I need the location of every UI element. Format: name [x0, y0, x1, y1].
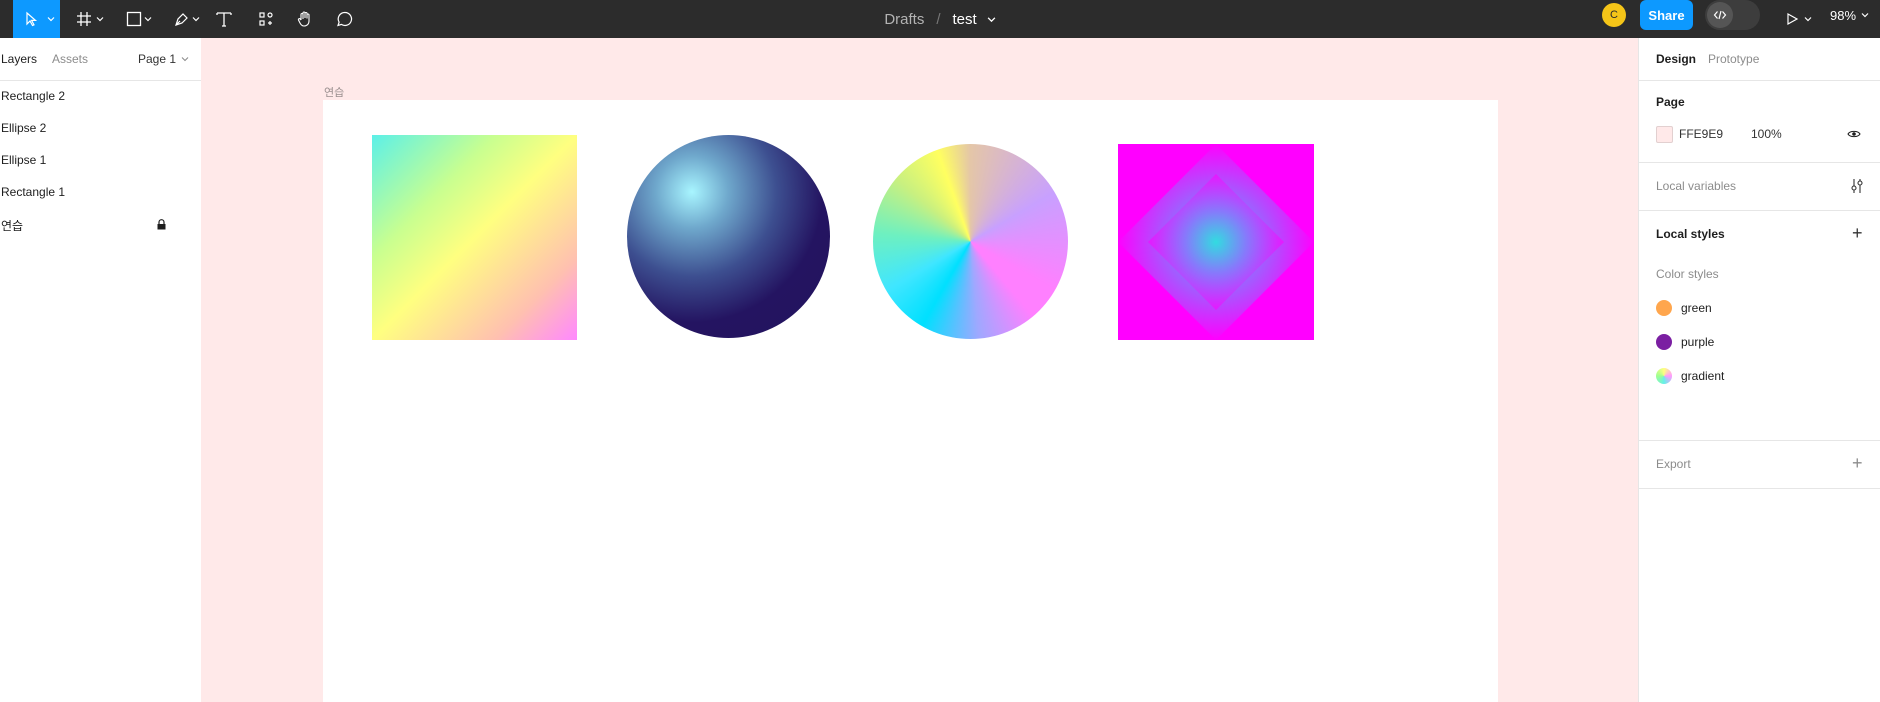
file-name[interactable]: test	[953, 11, 977, 28]
ellipse-2-shape[interactable]	[627, 135, 830, 338]
hand-icon	[297, 11, 310, 27]
export-label: Export	[1656, 457, 1691, 471]
pen-tool-button[interactable]	[168, 0, 204, 38]
page-heading: Page	[1656, 95, 1685, 109]
page-selector[interactable]: Page 1	[138, 52, 189, 66]
chevron-down-icon	[182, 57, 189, 62]
page-section: Page FFE9E9 100%	[1639, 80, 1880, 163]
local-styles-section: Local styles + Color styles green purple…	[1639, 210, 1880, 441]
left-panel-tabs: Layers Assets Page 1	[0, 38, 201, 81]
dev-mode-knob	[1707, 2, 1733, 28]
layers-panel: Layers Assets Page 1 Rectangle 2 Ellipse…	[0, 38, 202, 702]
local-variables-label: Local variables	[1656, 179, 1737, 193]
layer-ellipse-2[interactable]: Ellipse 2	[1, 121, 46, 135]
color-style-name: purple	[1681, 335, 1715, 349]
page-selector-label: Page 1	[138, 52, 177, 66]
breadcrumb-separator: /	[936, 10, 941, 28]
tab-assets[interactable]: Assets	[52, 52, 88, 66]
frame-tool-button[interactable]	[70, 0, 106, 38]
frame-label[interactable]: 연습	[324, 84, 344, 100]
text-icon	[216, 12, 232, 27]
chevron-down-icon	[47, 17, 55, 22]
rectangle-icon	[126, 11, 142, 27]
layer-rectangle-2[interactable]: Rectangle 2	[1, 89, 65, 103]
layer-rectangle-1[interactable]: Rectangle 1	[1, 185, 65, 199]
breadcrumb-drafts[interactable]: Drafts	[884, 11, 924, 28]
present-button[interactable]	[1780, 0, 1812, 38]
move-tool-button[interactable]	[13, 0, 60, 38]
layer-ellipse-1[interactable]: Ellipse 1	[1, 153, 46, 167]
local-variables-section[interactable]: Local variables	[1639, 162, 1880, 211]
lock-icon[interactable]	[157, 219, 166, 230]
layer-frame[interactable]: 연습	[1, 217, 23, 234]
chevron-down-icon	[144, 17, 152, 22]
chevron-down-icon	[96, 17, 104, 22]
cursor-icon	[25, 11, 37, 27]
chevron-down-icon	[192, 17, 200, 22]
chevron-down-icon[interactable]	[987, 15, 996, 24]
color-swatch	[1656, 368, 1672, 384]
tab-prototype[interactable]: Prototype	[1708, 52, 1759, 66]
color-swatch	[1656, 300, 1672, 316]
canvas[interactable]: 연습	[201, 38, 1638, 702]
add-style-icon[interactable]: +	[1852, 224, 1863, 242]
design-panel: Design Prototype Page FFE9E9 100% Local …	[1638, 38, 1880, 702]
local-styles-heading: Local styles	[1656, 227, 1725, 241]
chevron-down-icon	[1861, 13, 1869, 18]
top-toolbar: Drafts / test C Share 98%	[0, 0, 1880, 38]
comment-icon	[337, 11, 353, 27]
zoom-menu[interactable]: 98%	[1830, 0, 1869, 30]
resources-button[interactable]	[254, 0, 278, 38]
tab-design[interactable]: Design	[1656, 52, 1696, 66]
file-title: Drafts / test	[0, 0, 1880, 38]
export-section[interactable]: Export +	[1639, 440, 1880, 489]
page-color-hex[interactable]: FFE9E9	[1679, 127, 1723, 141]
code-icon	[1713, 10, 1727, 20]
frame-icon	[77, 12, 91, 26]
avatar[interactable]: C	[1602, 3, 1626, 27]
share-button[interactable]: Share	[1640, 0, 1693, 30]
chevron-down-icon	[1804, 17, 1812, 22]
color-swatch	[1656, 334, 1672, 350]
right-panel-tabs: Design Prototype	[1639, 38, 1880, 81]
color-style-name: green	[1681, 301, 1712, 315]
comment-tool-button[interactable]	[333, 0, 357, 38]
add-export-icon[interactable]: +	[1852, 454, 1863, 472]
rectangle-1-shape[interactable]	[1118, 144, 1314, 340]
pen-icon	[175, 13, 188, 26]
variables-settings-icon[interactable]	[1850, 178, 1864, 194]
color-style-name: gradient	[1681, 369, 1725, 383]
resources-icon	[259, 12, 273, 26]
page-opacity[interactable]: 100%	[1751, 127, 1782, 141]
shape-tool-button[interactable]	[120, 0, 156, 38]
hand-tool-button[interactable]	[293, 0, 317, 38]
tab-layers[interactable]: Layers	[1, 52, 37, 66]
ellipse-1-shape[interactable]	[873, 144, 1068, 339]
text-tool-button[interactable]	[212, 0, 236, 38]
diamond-gradient	[1118, 144, 1314, 340]
dev-mode-toggle[interactable]	[1705, 0, 1760, 30]
page-color-swatch[interactable]	[1656, 126, 1673, 143]
rectangle-2-shape[interactable]	[372, 135, 577, 340]
eye-icon[interactable]	[1847, 128, 1861, 140]
color-styles-heading: Color styles	[1656, 267, 1719, 281]
zoom-level: 98%	[1830, 7, 1857, 23]
play-icon	[1787, 12, 1799, 26]
frame[interactable]	[323, 100, 1498, 702]
